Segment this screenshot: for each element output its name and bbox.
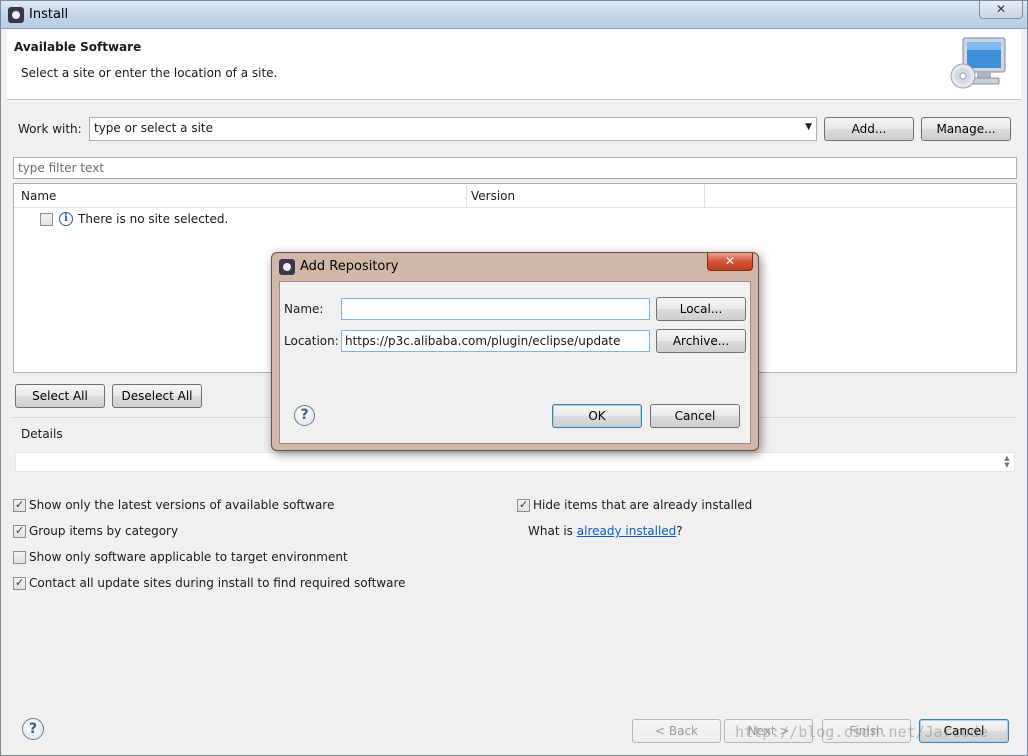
column-divider[interactable] (704, 184, 705, 208)
column-name[interactable]: Name (21, 189, 56, 203)
help-icon[interactable]: ? (294, 405, 315, 426)
tree-row-checkbox[interactable] (40, 213, 53, 226)
ok-button[interactable]: OK (552, 404, 642, 428)
already-installed-link[interactable]: already installed (577, 524, 677, 538)
watermark: http://blog.csdn.net/Jarcode (735, 723, 988, 741)
info-icon: i (59, 212, 73, 226)
details-title: Details (21, 427, 63, 441)
location-input[interactable]: https://p3c.alibaba.com/plugin/eclipse/u… (341, 330, 650, 352)
add-repository-dialog: Add Repository ✕ Name: Local... Location… (271, 252, 759, 451)
chevron-down-icon[interactable]: ▼ (805, 122, 812, 132)
add-site-button[interactable]: Add... (824, 117, 914, 141)
tree-header: Name Version (14, 184, 1016, 208)
contact-sites-label: Contact all update sites during install … (29, 576, 406, 590)
contact-sites-checkbox[interactable] (13, 576, 26, 590)
page-description: Select a site or enter the location of a… (21, 66, 278, 80)
deselect-all-button[interactable]: Deselect All (112, 384, 202, 408)
column-divider[interactable] (466, 184, 467, 208)
eclipse-icon (8, 7, 24, 23)
target-environment-label: Show only software applicable to target … (29, 550, 348, 564)
title-bar[interactable]: Install ✕ (1, 1, 1027, 29)
monitor-cd-icon (950, 37, 1006, 89)
local-button[interactable]: Local... (656, 297, 746, 321)
work-with-combo[interactable]: type or select a site ▼ (89, 117, 817, 141)
latest-versions-checkbox[interactable] (13, 498, 26, 512)
archive-button[interactable]: Archive... (656, 329, 746, 353)
dialog-close-button[interactable]: ✕ (707, 253, 753, 271)
work-with-label: Work with: (18, 122, 82, 136)
name-label: Name: (284, 302, 324, 316)
header-banner: Available Software Select a site or ente… (7, 30, 1021, 100)
what-is-installed-text: What is already installed? (528, 524, 683, 538)
dialog-title: Add Repository (300, 259, 399, 274)
latest-versions-label: Show only the latest versions of availab… (29, 498, 335, 512)
eclipse-icon (279, 259, 295, 275)
manage-sites-button[interactable]: Manage... (921, 117, 1011, 141)
help-icon[interactable]: ? (22, 718, 44, 740)
window-close-button[interactable]: ✕ (979, 1, 1023, 19)
window-title: Install (29, 7, 69, 22)
group-by-category-checkbox[interactable] (13, 524, 26, 538)
what-is-suffix: ? (676, 524, 683, 538)
what-is-prefix: What is (528, 524, 577, 538)
group-by-category-label: Group items by category (29, 524, 179, 538)
location-label: Location: (284, 334, 339, 348)
target-environment-checkbox[interactable] (13, 551, 26, 564)
details-text-area[interactable]: ▲ ▼ (15, 452, 1015, 472)
select-all-button[interactable]: Select All (15, 384, 105, 408)
hide-installed-checkbox[interactable] (517, 498, 530, 512)
name-input[interactable] (341, 298, 650, 320)
empty-message: There is no site selected. (78, 212, 229, 226)
hide-installed-label: Hide items that are already installed (533, 498, 753, 512)
dialog-body: Name: Local... Location: https://p3c.ali… (279, 281, 751, 444)
scroll-arrows-icon[interactable]: ▲ ▼ (1002, 455, 1012, 469)
column-version[interactable]: Version (471, 189, 515, 203)
page-title: Available Software (14, 40, 142, 54)
work-with-value: type or select a site (94, 121, 214, 135)
back-button[interactable]: < Back (632, 719, 721, 743)
dialog-cancel-button[interactable]: Cancel (650, 404, 740, 428)
filter-input[interactable]: type filter text (13, 157, 1017, 179)
